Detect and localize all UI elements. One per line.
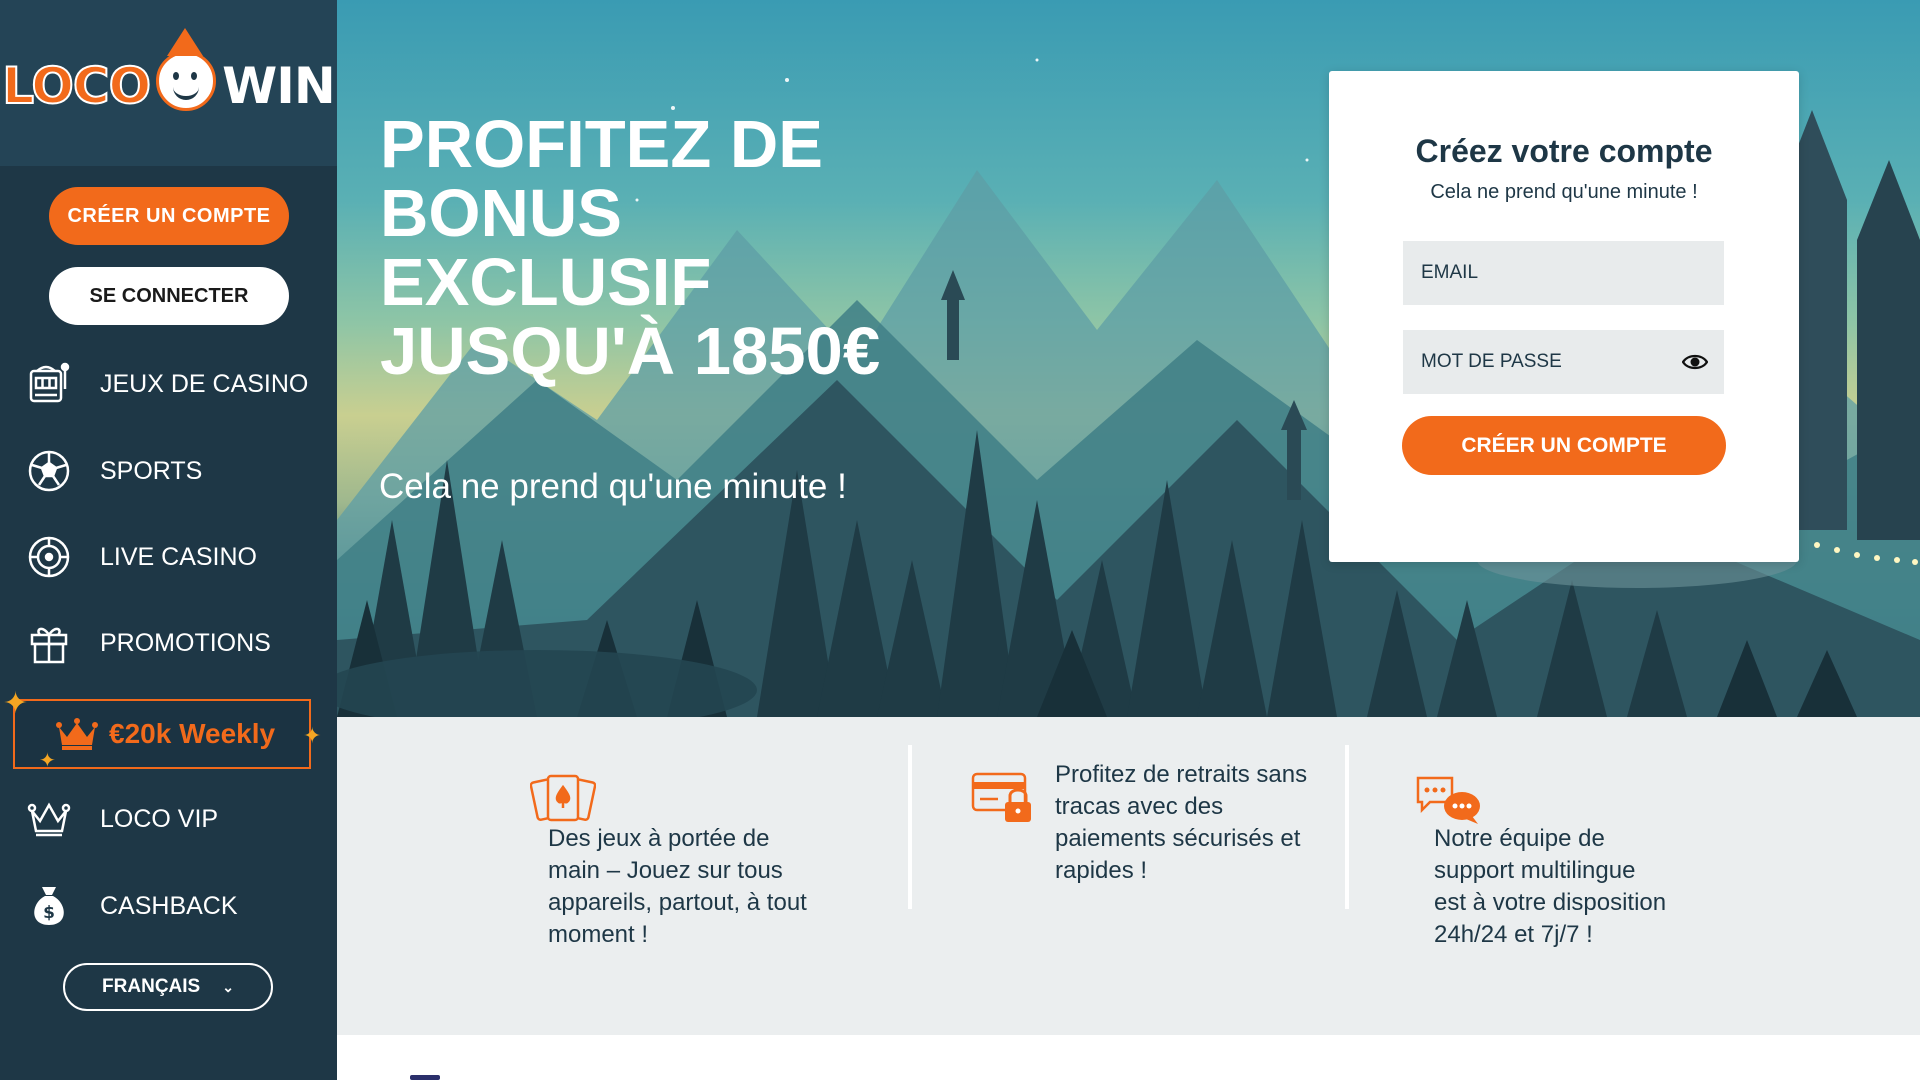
signup-subtitle: Cela ne prend qu'une minute !: [1430, 181, 1698, 203]
feature-divider: [908, 745, 912, 909]
signup-title: Créez votre compte: [1415, 133, 1713, 169]
partially-visible-element: [410, 1075, 440, 1080]
sidebar-item-live-casino[interactable]: LIVE CASINO: [0, 527, 337, 587]
weekly-promo-label: €20k Weekly: [109, 718, 276, 749]
sidebar-item-label: SPORTS: [100, 456, 203, 485]
sidebar-create-account-button[interactable]: CRÉER UN COMPTE: [49, 187, 289, 245]
sidebar-item-label: CASHBACK: [100, 891, 238, 920]
language-selector[interactable]: FRANÇAIS ⌄: [63, 963, 273, 1011]
email-placeholder: EMAIL: [1421, 262, 1479, 283]
weekly-promo-banner[interactable]: ✦ ✦ ✦ €20k Weekly: [3, 689, 321, 772]
language-label: FRANÇAIS: [102, 976, 201, 997]
hero-subtitle: Cela ne prend qu'une minute !: [379, 467, 847, 506]
logo-area[interactable]: LOCO WIN: [0, 0, 337, 166]
show-password-eye-icon[interactable]: [1681, 352, 1709, 372]
secure-card-icon: [971, 770, 1035, 831]
gift-icon: [26, 620, 72, 666]
roulette-chip-icon: [26, 534, 72, 580]
feature-text: Profitez de retraits sans tracas avec de…: [1055, 761, 1308, 884]
sidebar-item-label: JEUX DE CASINO: [100, 369, 309, 398]
signup-submit-button[interactable]: CRÉER UN COMPTE: [1402, 416, 1726, 475]
sidebar-item-label: PROMOTIONS: [100, 628, 271, 657]
sidebar-item-casino-games[interactable]: JEUX DE CASINO: [0, 354, 337, 414]
sidebar-item-promotions[interactable]: PROMOTIONS: [0, 613, 337, 673]
jester-mascot-icon: [156, 28, 217, 111]
features-section: Des jeux à portée de main – Jouez sur to…: [337, 717, 1920, 1035]
sidebar: LOCO WIN CRÉER UN COMPTE SE CONNECTER JE…: [0, 0, 337, 1080]
hero-title: PROFITEZ DE BONUS EXCLUSIF JUSQU'À 1850€: [380, 107, 881, 389]
crown-icon: [55, 717, 99, 756]
crown-vip-icon: [26, 796, 72, 842]
svg-text:$: $: [43, 903, 55, 923]
email-field[interactable]: EMAIL: [1403, 241, 1724, 305]
sidebar-item-label: LOCO VIP: [100, 804, 219, 833]
password-placeholder: MOT DE PASSE: [1421, 351, 1562, 372]
logo-text-win: WIN: [222, 57, 336, 115]
content-bottom-area: [337, 1035, 1920, 1080]
sidebar-item-label: LIVE CASINO: [100, 542, 257, 571]
logo-text-loco: LOCO: [1, 56, 152, 116]
soccer-ball-icon: [26, 448, 72, 494]
playing-cards-icon: [529, 772, 597, 829]
sidebar-login-button[interactable]: SE CONNECTER: [49, 267, 289, 325]
slot-machine-icon: [26, 361, 72, 407]
chevron-down-icon: ⌄: [222, 978, 234, 995]
sparkle-icon: ✦: [3, 687, 29, 720]
feature-text: Notre équipe de support multilingue est …: [1434, 825, 1667, 948]
password-field[interactable]: MOT DE PASSE: [1403, 330, 1724, 394]
locowin-logo[interactable]: LOCO WIN: [1, 28, 336, 116]
sidebar-item-loco-vip[interactable]: LOCO VIP: [0, 789, 337, 849]
feature-text: Des jeux à portée de main – Jouez sur to…: [548, 825, 807, 948]
money-bag-icon: $: [26, 883, 72, 929]
feature-divider: [1345, 745, 1349, 909]
sidebar-item-cashback[interactable]: $ CASHBACK: [0, 876, 337, 936]
signup-card: Créez votre compte Cela ne prend qu'une …: [1329, 71, 1799, 562]
sparkle-icon: ✦: [303, 723, 322, 748]
sidebar-item-sports[interactable]: SPORTS: [0, 441, 337, 501]
sparkle-icon: ✦: [39, 750, 56, 772]
